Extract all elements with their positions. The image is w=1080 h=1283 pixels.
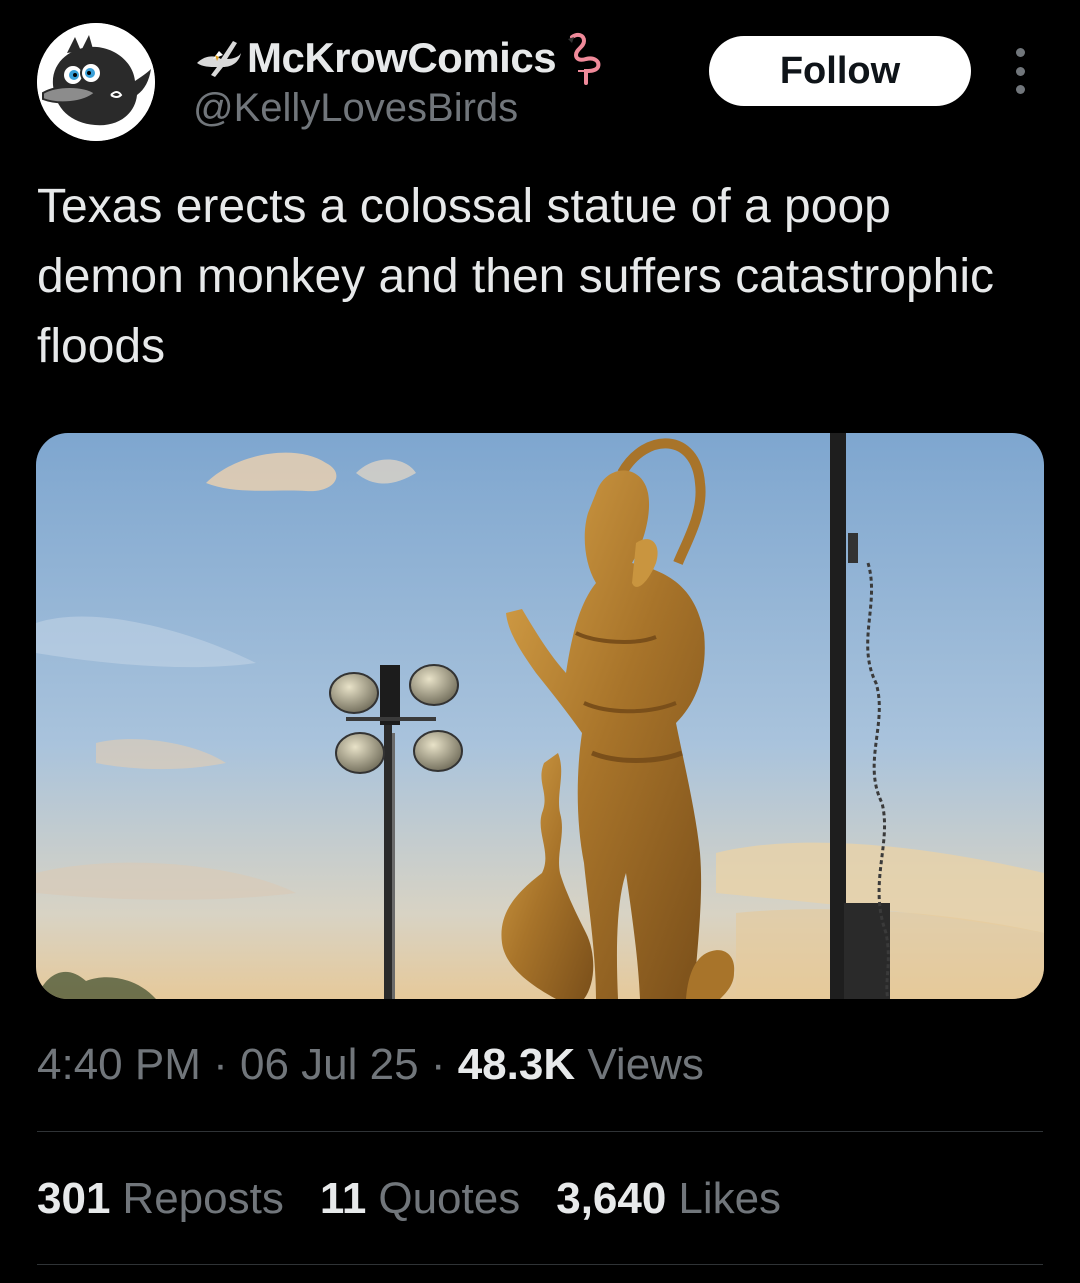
crow-avatar-icon — [37, 23, 155, 141]
statue-photo-image — [36, 433, 1044, 999]
quotes-count: 11 — [319, 1174, 367, 1223]
divider — [37, 1264, 1043, 1265]
tweet-media-photo[interactable] — [36, 433, 1044, 999]
likes-label: Likes — [678, 1174, 782, 1223]
meta-separator: · — [430, 1040, 446, 1089]
more-options-icon[interactable] — [1002, 48, 1038, 94]
follow-button[interactable]: Follow — [709, 36, 971, 106]
name-row[interactable]: McKrowComics — [193, 30, 604, 86]
views-label: Views — [587, 1040, 704, 1089]
tweet-text: Texas erects a colossal statue of a poop… — [37, 180, 994, 373]
tweet-date[interactable]: 06 Jul 25 — [240, 1040, 419, 1089]
tweet-stats: 301 Reposts 11 Quotes 3,640 Likes — [37, 1174, 817, 1224]
dot — [1015, 85, 1025, 94]
user-handle[interactable]: @KellyLovesBirds — [193, 86, 518, 131]
tweet-header: McKrowComics @KellyLovesBirds Follow — [0, 0, 1080, 150]
reposts-stat[interactable]: 301 Reposts — [37, 1174, 284, 1224]
dot — [1015, 48, 1025, 57]
reposts-count: 301 — [37, 1174, 111, 1223]
quotes-stat[interactable]: 11 Quotes — [320, 1174, 520, 1224]
tweet-time[interactable]: 4:40 PM — [37, 1040, 201, 1089]
likes-count: 3,640 — [556, 1174, 667, 1223]
likes-stat[interactable]: 3,640 Likes — [556, 1174, 781, 1224]
avatar[interactable] — [37, 23, 155, 141]
dot — [1015, 66, 1025, 76]
tweet-meta: 4:40 PM · 06 Jul 25 · 48.3K Views — [37, 1040, 704, 1090]
reposts-label: Reposts — [122, 1174, 284, 1223]
eagle-icon — [197, 41, 241, 77]
display-name[interactable]: McKrowComics — [247, 34, 557, 82]
quotes-label: Quotes — [378, 1174, 521, 1223]
meta-separator: · — [213, 1040, 228, 1089]
flamingo-icon — [568, 32, 601, 85]
views-count: 48.3K — [457, 1040, 576, 1089]
divider — [37, 1131, 1043, 1132]
